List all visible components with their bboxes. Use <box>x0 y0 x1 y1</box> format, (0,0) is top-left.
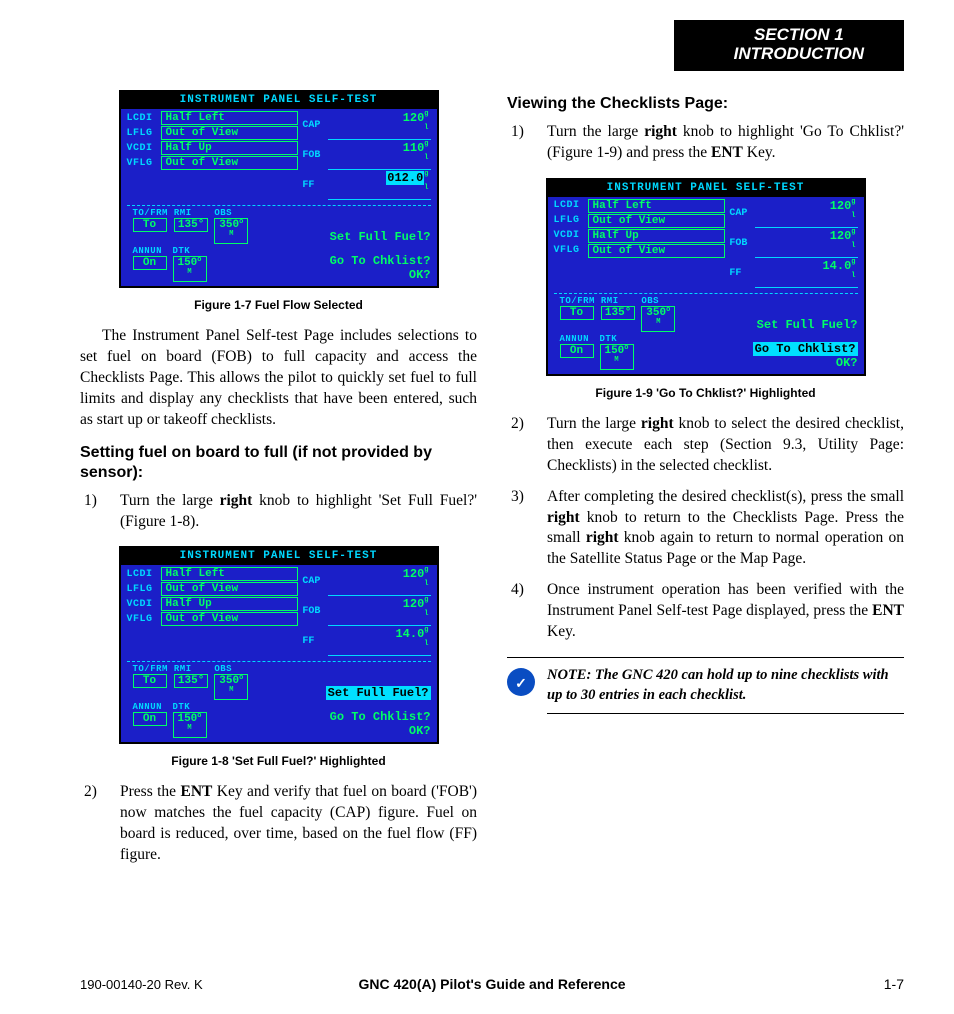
prompt-chklist: Go To Chklist? <box>330 254 431 268</box>
figure-1-9-panel: INSTRUMENT PANEL SELF-TEST LCDIHalf Left… <box>546 178 866 376</box>
section-header-line2: INTRODUCTION <box>734 45 864 64</box>
chk-step-2: Turn the large right knob to select the … <box>507 414 904 477</box>
fuel-steps: Turn the large right knob to highlight '… <box>80 491 477 533</box>
footer-pagenum: 1-7 <box>698 976 904 992</box>
chk-step-1: Turn the large right knob to highlight '… <box>507 122 904 164</box>
fuel-step-2: Press the ENT Key and verify that fuel o… <box>80 782 477 866</box>
prompt-chklist-hl: Go To Chklist? <box>753 342 858 356</box>
panel-title: INSTRUMENT PANEL SELF-TEST <box>121 92 437 109</box>
page-footer: 190-00140-20 Rev. K GNC 420(A) Pilot's G… <box>80 976 904 992</box>
footer-docnum: 190-00140-20 Rev. K <box>80 977 286 992</box>
prompt-set-fuel: Set Full Fuel? <box>330 230 431 244</box>
subhead-checklist: Viewing the Checklists Page: <box>507 94 904 114</box>
figure-1-8-panel: INSTRUMENT PANEL SELF-TEST LCDIHalf Left… <box>119 546 439 744</box>
prompt-set-fuel-hl: Set Full Fuel? <box>326 686 431 700</box>
section-header: SECTION 1 INTRODUCTION <box>674 20 904 71</box>
chk-steps-cont: Turn the large right knob to select the … <box>507 414 904 643</box>
fuel-steps-cont: Press the ENT Key and verify that fuel o… <box>80 782 477 866</box>
figure-1-7-caption: Figure 1-7 Fuel Flow Selected <box>80 298 477 312</box>
ff-highlight: 012.0 <box>386 171 424 185</box>
chk-step-4: Once instrument operation has been verif… <box>507 580 904 643</box>
note-text: NOTE: The GNC 420 can hold up to nine ch… <box>547 666 904 714</box>
footer-title: GNC 420(A) Pilot's Guide and Reference <box>286 976 698 992</box>
fuel-step-1: Turn the large right knob to highlight '… <box>80 491 477 533</box>
figure-1-8-caption: Figure 1-8 'Set Full Fuel?' Highlighted <box>80 754 477 768</box>
note-check-icon <box>507 668 535 696</box>
figure-1-9-caption: Figure 1-9 'Go To Chklist?' Highlighted <box>507 386 904 400</box>
chk-steps: Turn the large right knob to highlight '… <box>507 122 904 164</box>
prompt-ok: OK? <box>409 268 431 282</box>
note-block: NOTE: The GNC 420 can hold up to nine ch… <box>507 657 904 714</box>
chk-step-3: After completing the desired checklist(s… <box>507 487 904 571</box>
figure-1-7-panel: INSTRUMENT PANEL SELF-TEST LCDIHalf Left… <box>119 90 439 288</box>
selftest-paragraph: The Instrument Panel Self-test Page incl… <box>80 326 477 431</box>
section-header-line1: SECTION 1 <box>734 26 864 45</box>
subhead-fuel: Setting fuel on board to full (if not pr… <box>80 443 477 483</box>
